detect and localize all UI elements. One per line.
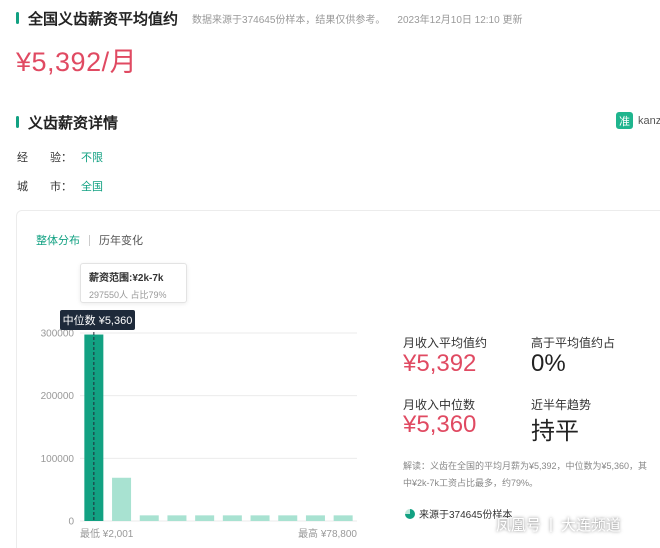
bar-4 (167, 515, 187, 521)
stat-avg-value: ¥5,392 (403, 350, 477, 377)
stat-median-value: ¥5,360 (403, 411, 477, 438)
stat-above-value: 0% (531, 350, 566, 377)
watermark-left: 凤凰号 (496, 517, 542, 534)
bar-10 (333, 515, 353, 521)
chart-tooltip: 薪资范围:¥2k-7k 297550人 占比79% (80, 263, 187, 303)
watermark: 凤凰号 | 大连频道 (496, 514, 621, 535)
y-tick-label: 100000 (41, 454, 75, 465)
bar-3 (139, 515, 159, 521)
bar-8 (278, 515, 298, 521)
bar-6 (222, 515, 242, 521)
stat-avg-label: 月收入平均值约 (403, 336, 488, 350)
median-tag: 中位数 ¥5,360 (60, 310, 135, 330)
bar-9 (305, 515, 325, 521)
bar-2 (112, 477, 132, 521)
stat-trend-value: 持平 (531, 418, 579, 445)
stat-above-label: 高于平均值约占 (531, 336, 616, 350)
bar-5 (195, 515, 215, 521)
y-tick-label: 300000 (41, 329, 75, 340)
pie-chart-icon (405, 508, 415, 519)
watermark-right: 大连频道 (560, 517, 621, 534)
y-tick-label: 0 (68, 517, 74, 528)
x-min-label: 最低 ¥2,001 (80, 527, 134, 540)
interpretation-text: 解读：义齿在全国的平均月薪为¥5,392，中位数为¥5,360，其中¥2k-7k… (403, 461, 648, 488)
bar-7 (250, 515, 270, 521)
tooltip-subtitle: 297550人 占比79% (89, 290, 167, 300)
x-max-label: 最高 ¥78,800 (298, 527, 357, 540)
y-tick-label: 200000 (41, 391, 75, 402)
watermark-separator: | (549, 516, 553, 533)
tooltip-title: 薪资范围:¥2k-7k (89, 273, 164, 284)
